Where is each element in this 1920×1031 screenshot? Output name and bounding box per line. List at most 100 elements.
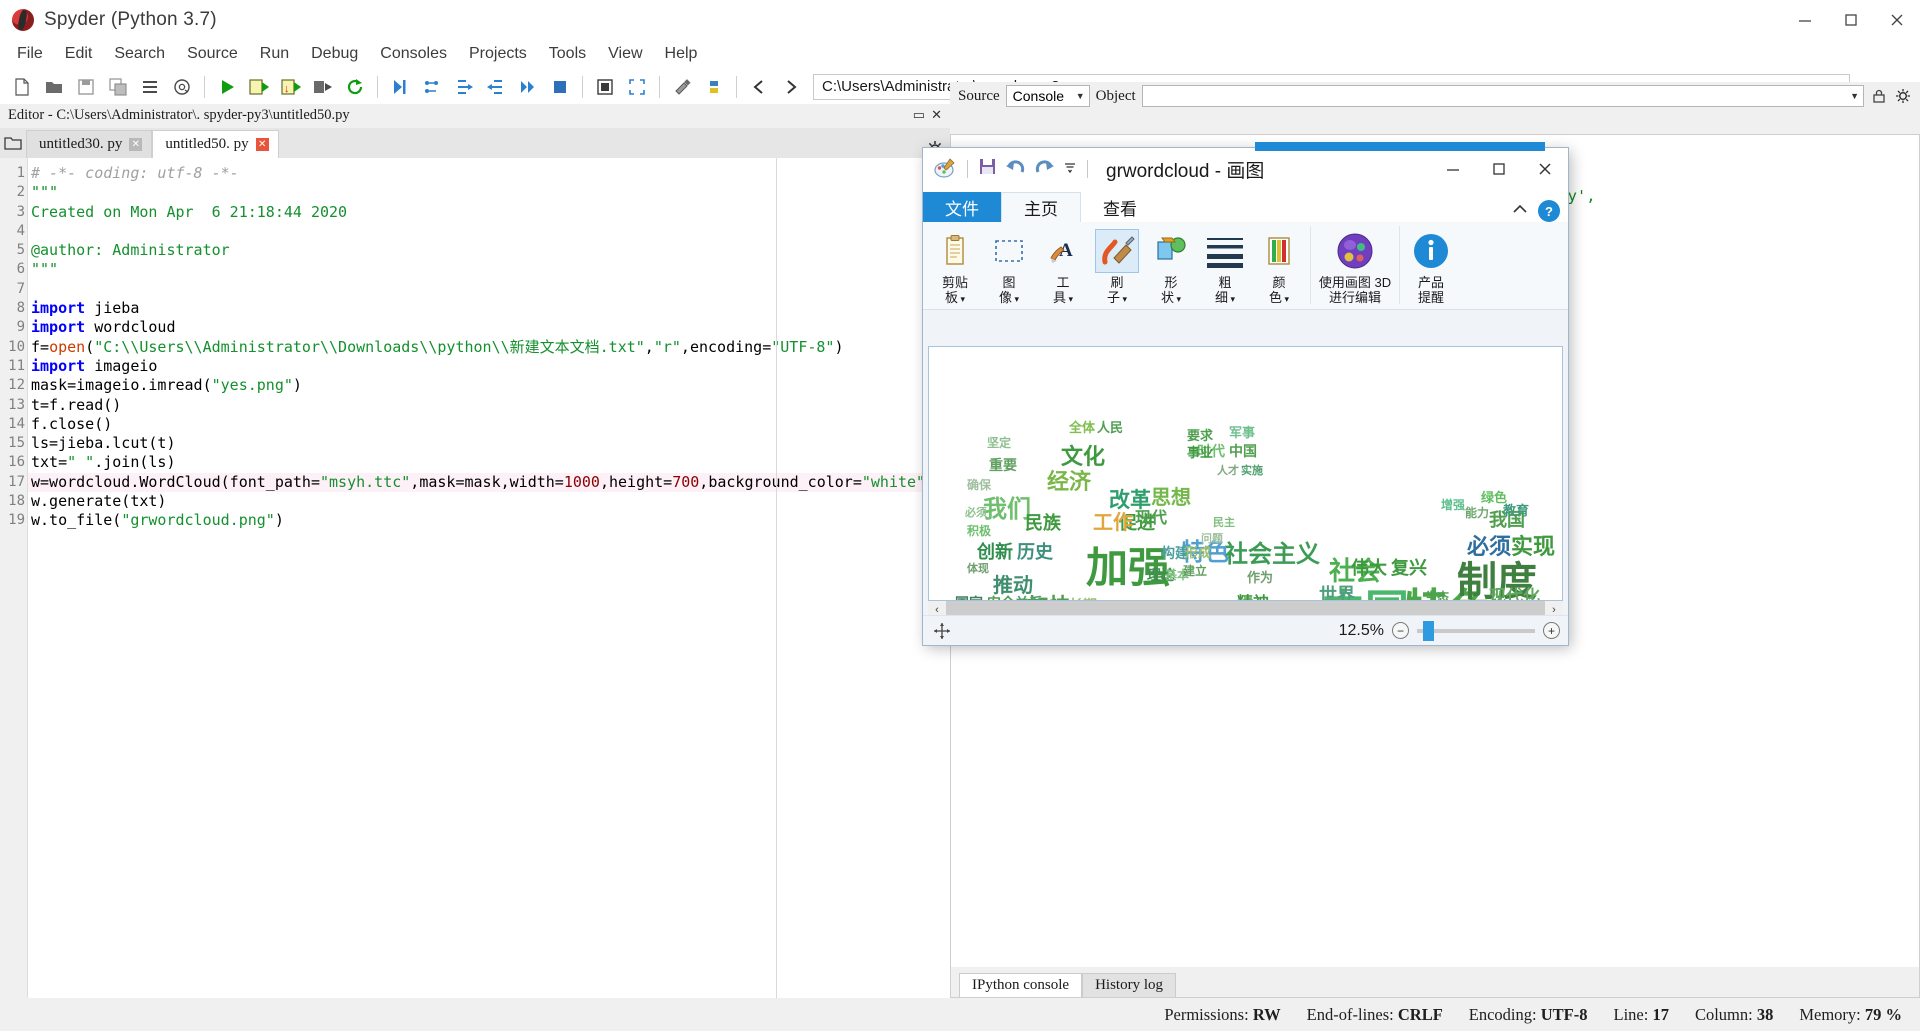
help-icon[interactable]: ?: [1538, 200, 1560, 222]
tab-ipython-console[interactable]: IPython console: [959, 973, 1083, 997]
chevron-down-icon[interactable]: ▾: [1282, 294, 1289, 304]
editor-tab-untitled50[interactable]: untitled50. py ✕: [152, 130, 279, 158]
ribbon-group-colors[interactable]: 颜 色 ▾: [1253, 226, 1305, 307]
run-cell-icon[interactable]: [245, 73, 273, 101]
paint-app-icon[interactable]: [933, 157, 957, 181]
redo-icon[interactable]: [1034, 157, 1055, 181]
help-object-input[interactable]: ▼: [1141, 85, 1864, 107]
select-icon[interactable]: [987, 229, 1031, 273]
ribbon-group-clipboard[interactable]: 剪贴 板 ▾: [929, 226, 981, 307]
wordcloud-image[interactable]: 加强中国特色制度建设社会主义特色社会我们文化经济改革思想促进民族创新历史工作现代…: [929, 347, 1562, 600]
save-all-icon[interactable]: [104, 73, 132, 101]
zoom-slider[interactable]: [1417, 620, 1535, 641]
run-cell-advance-icon[interactable]: ↓: [277, 73, 305, 101]
code-line[interactable]: w=wordcloud.WordCloud(font_path="msyh.tt…: [28, 472, 950, 493]
find-symbol-icon[interactable]: [168, 73, 196, 101]
code-line[interactable]: """: [28, 183, 950, 202]
code-line[interactable]: mask=imageio.imread("yes.png"): [28, 376, 950, 395]
code-line[interactable]: f.close(): [28, 415, 950, 434]
chevron-down-icon[interactable]: ▾: [1228, 294, 1235, 304]
maximize-pane-icon[interactable]: [591, 73, 619, 101]
menu-consoles[interactable]: Consoles: [369, 43, 458, 65]
zoom-out-button[interactable]: −: [1392, 622, 1409, 639]
chevron-down-icon[interactable]: ▾: [1066, 294, 1073, 304]
tab-history-log[interactable]: History log: [1082, 973, 1176, 997]
code-line[interactable]: f=open("C:\\Users\\Administrator\\Downlo…: [28, 338, 950, 357]
chevron-down-icon[interactable]: ▼: [1076, 91, 1085, 101]
chevron-down-icon[interactable]: ▾: [1120, 294, 1127, 304]
browse-tabs-icon[interactable]: [0, 128, 26, 158]
new-file-icon[interactable]: [8, 73, 36, 101]
ribbon-group-shapes[interactable]: 形 状 ▾: [1145, 226, 1197, 307]
pythonpath-icon[interactable]: [700, 73, 728, 101]
ribbon-tab-file[interactable]: 文件: [923, 192, 1001, 222]
collapse-ribbon-icon[interactable]: [1512, 202, 1528, 220]
code-line[interactable]: import wordcloud: [28, 318, 950, 337]
debug-icon[interactable]: [386, 73, 414, 101]
chevron-down-icon[interactable]: ▼: [1850, 91, 1859, 101]
save-icon[interactable]: [978, 157, 997, 181]
colors-icon[interactable]: [1257, 229, 1301, 273]
menu-help[interactable]: Help: [654, 43, 709, 65]
close-icon[interactable]: ✕: [129, 138, 143, 151]
paint3d-icon[interactable]: [1333, 229, 1377, 273]
menu-source[interactable]: Source: [176, 43, 249, 65]
editor-undock-icon[interactable]: ▭: [913, 107, 925, 123]
menu-file[interactable]: File: [6, 43, 54, 65]
open-file-icon[interactable]: [40, 73, 68, 101]
tools-icon[interactable]: A: [1041, 229, 1085, 273]
ribbon-group-thickness[interactable]: 粗 细 ▾: [1199, 226, 1251, 307]
code-line[interactable]: import imageio: [28, 357, 950, 376]
code-line[interactable]: @author: Administrator: [28, 241, 950, 260]
editor-close-icon[interactable]: ✕: [931, 107, 942, 123]
paint-canvas-area[interactable]: 加强中国特色制度建设社会主义特色社会我们文化经济改革思想促进民族创新历史工作现代…: [928, 346, 1563, 601]
zoom-slider-thumb[interactable]: [1423, 620, 1434, 641]
ribbon-group-info[interactable]: 产品 提醒: [1405, 226, 1457, 305]
paint-titlebar[interactable]: grwordcloud - 画图: [923, 148, 1568, 190]
code-line[interactable]: """: [28, 260, 950, 279]
file-switcher-icon[interactable]: [136, 73, 164, 101]
chevron-down-icon[interactable]: ▾: [1174, 294, 1181, 304]
paint-window[interactable]: grwordcloud - 画图 文件 主页 查看 ? 剪贴 板 ▾ 图 像 ▾ A…: [923, 142, 1568, 645]
options-gear-icon[interactable]: [1894, 87, 1912, 105]
clipboard-icon[interactable]: [933, 229, 977, 273]
code-lines[interactable]: # -*- coding: utf-8 -*- """ Created on Mon…: [28, 158, 950, 998]
save-file-icon[interactable]: [72, 73, 100, 101]
code-line[interactable]: [28, 222, 950, 241]
ribbon-group-brush[interactable]: 刷 子 ▾: [1091, 226, 1143, 307]
continue-icon[interactable]: [514, 73, 542, 101]
maximize-button[interactable]: [1828, 0, 1874, 40]
code-line[interactable]: import jieba: [28, 299, 950, 318]
rerun-icon[interactable]: [341, 73, 369, 101]
info-icon[interactable]: [1409, 229, 1453, 273]
step-over-icon[interactable]: [418, 73, 446, 101]
customize-qat-icon[interactable]: [1063, 160, 1077, 179]
code-line[interactable]: t=f.read(): [28, 396, 950, 415]
minimize-button[interactable]: [1782, 0, 1828, 40]
back-icon[interactable]: [745, 73, 773, 101]
menu-tools[interactable]: Tools: [538, 43, 597, 65]
code-line[interactable]: Created on Mon Apr 6 21:18:44 2020: [28, 203, 950, 222]
thickness-icon[interactable]: [1203, 229, 1247, 273]
close-icon[interactable]: ✕: [255, 138, 269, 151]
paint-close-button[interactable]: [1522, 148, 1568, 190]
chevron-down-icon[interactable]: ▾: [958, 294, 965, 304]
chevron-down-icon[interactable]: ▾: [1012, 294, 1019, 304]
code-line[interactable]: ls=jieba.lcut(t): [28, 434, 950, 453]
ribbon-group-select[interactable]: 图 像 ▾: [983, 226, 1035, 307]
undo-icon[interactable]: [1005, 157, 1026, 181]
code-line[interactable]: # -*- coding: utf-8 -*-: [28, 164, 950, 183]
menu-search[interactable]: Search: [103, 43, 176, 65]
fullscreen-icon[interactable]: [623, 73, 651, 101]
menu-run[interactable]: Run: [249, 43, 300, 65]
ribbon-group-paint3d[interactable]: 使用画图 3D 进行编辑: [1316, 226, 1394, 305]
menu-debug[interactable]: Debug: [300, 43, 369, 65]
ribbon-tab-home[interactable]: 主页: [1001, 192, 1081, 222]
menu-view[interactable]: View: [597, 43, 653, 65]
ribbon-tab-view[interactable]: 查看: [1081, 192, 1159, 222]
close-button[interactable]: [1874, 0, 1920, 40]
editor-tab-untitled30[interactable]: untitled30. py ✕: [26, 130, 153, 158]
code-line[interactable]: txt=" ".join(ls): [28, 453, 950, 472]
paint-minimize-button[interactable]: [1430, 148, 1476, 190]
brush-icon[interactable]: [1095, 229, 1139, 273]
